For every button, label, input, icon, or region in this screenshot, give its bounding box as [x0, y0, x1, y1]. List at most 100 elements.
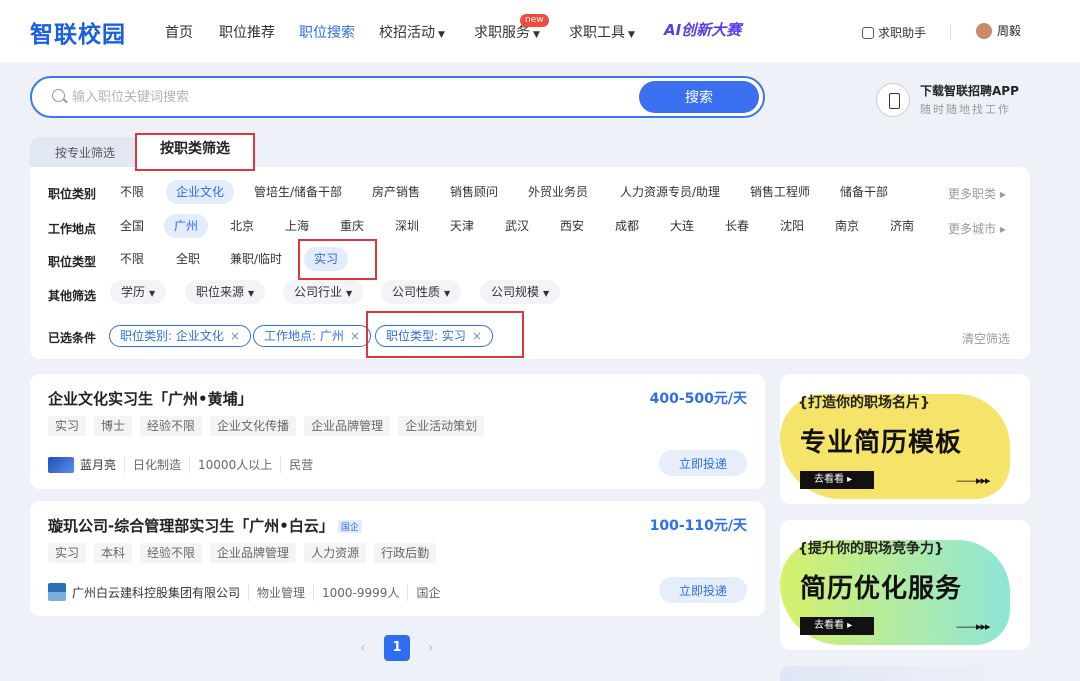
apply-button[interactable]: 立即投递 [659, 577, 747, 603]
job-tag: 实习 [48, 543, 87, 563]
search-bar: 搜索 [30, 76, 765, 118]
phone-icon [876, 83, 910, 117]
more-categories-link[interactable]: 更多职类 ▸ [948, 185, 1006, 202]
filter-option[interactable]: 深圳 [385, 214, 429, 238]
tab-by-major[interactable]: 按专业筛选 [30, 137, 140, 167]
highlight-box [135, 133, 255, 171]
banner-title: 专业简历模板 [800, 428, 963, 458]
nav-campus-events[interactable]: 校招活动 ▼ [379, 22, 445, 42]
arrow-right-icon: ——▸▸▸ [956, 474, 991, 487]
nav-job-services[interactable]: 求职服务 ▼ new [474, 14, 549, 42]
company-industry: 日化制造 [124, 456, 189, 473]
filter-option[interactable]: 南京 [825, 214, 869, 238]
caret-down-icon: ▼ [543, 289, 550, 298]
filter-option[interactable]: 西安 [550, 214, 594, 238]
job-tag: 人力资源 [304, 543, 367, 563]
job-tags: 实习 博士 经验不限 企业文化传播 企业品牌管理 企业活动策划 [48, 416, 485, 436]
filter-label-applied: 已选条件 [48, 331, 97, 345]
chevron-down-icon: ▼ [438, 30, 445, 40]
filter-option[interactable]: 房产销售 [362, 180, 430, 204]
filter-option[interactable]: 大连 [660, 214, 704, 238]
nav-home[interactable]: 首页 [165, 22, 193, 42]
company-nature-dropdown[interactable]: 公司性质 ▼ [381, 280, 462, 304]
company-name[interactable]: 广州白云建科控股集团有限公司 [72, 584, 240, 601]
close-icon[interactable]: × [350, 329, 360, 343]
education-dropdown[interactable]: 学历 ▼ [110, 280, 167, 304]
resume-optimization-banner[interactable]: {提升你的职场竞争力} 简历优化服务 去看看 ▸ ——▸▸▸ [780, 520, 1030, 650]
filter-option[interactable]: 天津 [440, 214, 484, 238]
filter-option[interactable]: 销售顾问 [440, 180, 508, 204]
chevron-down-icon: ▼ [533, 30, 540, 40]
resume-template-banner[interactable]: {打造你的职场名片} 专业简历模板 去看看 ▸ ——▸▸▸ [780, 374, 1030, 504]
filter-option[interactable]: 沈阳 [770, 214, 814, 238]
chevron-down-icon: ▼ [628, 30, 635, 40]
industry-dropdown[interactable]: 公司行业 ▼ [283, 280, 364, 304]
job-salary: 100-110元/天 [649, 518, 747, 534]
search-input[interactable] [72, 86, 632, 108]
next-page-button[interactable]: › [428, 640, 434, 656]
site-logo[interactable]: 智联校园 [30, 15, 126, 49]
filter-option[interactable]: 北京 [220, 214, 264, 238]
filter-option-selected[interactable]: 广州 [164, 214, 209, 238]
company-name[interactable]: 蓝月亮 [80, 456, 116, 473]
filter-option[interactable]: 人力资源专员/助理 [610, 180, 730, 204]
highlight-box [298, 239, 377, 280]
filter-option[interactable]: 销售工程师 [740, 180, 820, 204]
new-badge: new [520, 14, 549, 27]
helper-icon [862, 26, 874, 39]
filter-option[interactable]: 兼职/临时 [220, 247, 292, 271]
job-title[interactable]: 企业文化实习生「广州•黄埔」 [48, 388, 253, 409]
ai-contest-logo[interactable]: AI创新大赛 [664, 19, 741, 40]
job-tag: 企业品牌管理 [210, 543, 297, 563]
job-helper-link[interactable]: 求职助手 [862, 24, 926, 41]
apply-button[interactable]: 立即投递 [659, 450, 747, 476]
job-card[interactable]: 企业文化实习生「广州•黄埔」 400-500元/天 实习 博士 经验不限 企业文… [30, 374, 765, 489]
banner-peek [780, 666, 1030, 681]
filter-option[interactable]: 全职 [166, 247, 210, 271]
filter-option-selected[interactable]: 企业文化 [166, 180, 235, 204]
filter-option[interactable]: 重庆 [330, 214, 374, 238]
caret-down-icon: ▼ [248, 289, 255, 298]
avatar [976, 22, 992, 39]
search-icon [52, 89, 65, 102]
filter-option[interactable]: 不限 [110, 180, 154, 204]
applied-filter-chip[interactable]: 工作地点: 广州 × [253, 325, 371, 347]
filter-option[interactable]: 管培生/储备干部 [244, 180, 352, 204]
job-card[interactable]: 璇玑公司-综合管理部实习生「广州•白云」 国企 100-110元/天 实习 本科 … [30, 501, 765, 616]
filter-option[interactable]: 储备干部 [830, 180, 898, 204]
filter-option[interactable]: 外贸业务员 [518, 180, 598, 204]
applied-filter-chip[interactable]: 职位类别: 企业文化 × [109, 325, 251, 347]
nav-job-tools[interactable]: 求职工具 ▼ [569, 22, 635, 42]
company-type: 国企 [407, 583, 448, 601]
close-icon[interactable]: × [230, 329, 240, 343]
filter-option[interactable]: 成都 [605, 214, 649, 238]
filter-option[interactable]: 全国 [110, 214, 154, 238]
banner-subtitle: {打造你的职场名片} [798, 395, 930, 411]
filter-option[interactable]: 武汉 [495, 214, 539, 238]
job-tag: 行政后勤 [374, 543, 437, 563]
nav-recommend[interactable]: 职位推荐 [219, 22, 275, 42]
filter-option[interactable]: 济南 [880, 214, 924, 238]
company-info: 广州白云建科控股集团有限公司 物业管理 1000-9999人 国企 [48, 583, 448, 601]
filter-option[interactable]: 长春 [715, 214, 759, 238]
banner-go-button[interactable]: 去看看 ▸ [800, 617, 874, 635]
job-tag: 实习 [48, 416, 87, 436]
job-tag: 博士 [94, 416, 133, 436]
user-menu[interactable]: 周毅 [976, 22, 1021, 39]
nav-job-search[interactable]: 职位搜索 [299, 22, 355, 42]
search-button[interactable]: 搜索 [639, 81, 759, 113]
filter-label-type: 职位类型 [48, 255, 97, 269]
company-logo [48, 456, 74, 473]
more-cities-link[interactable]: 更多城市 ▸ [948, 220, 1006, 237]
filter-option[interactable]: 不限 [110, 247, 154, 271]
banner-go-button[interactable]: 去看看 ▸ [800, 471, 874, 489]
job-title[interactable]: 璇玑公司-综合管理部实习生「广州•白云」 国企 [48, 515, 362, 536]
job-source-dropdown[interactable]: 职位来源 ▼ [185, 280, 266, 304]
page-number-current[interactable]: 1 [384, 635, 410, 661]
company-size-dropdown[interactable]: 公司规模 ▼ [480, 280, 561, 304]
prev-page-button[interactable]: ‹ [360, 640, 366, 656]
clear-filters-link[interactable]: 清空筛选 [962, 330, 1010, 347]
filter-label-location: 工作地点 [48, 222, 97, 236]
filter-option[interactable]: 上海 [275, 214, 319, 238]
caret-down-icon: ▼ [149, 289, 156, 298]
